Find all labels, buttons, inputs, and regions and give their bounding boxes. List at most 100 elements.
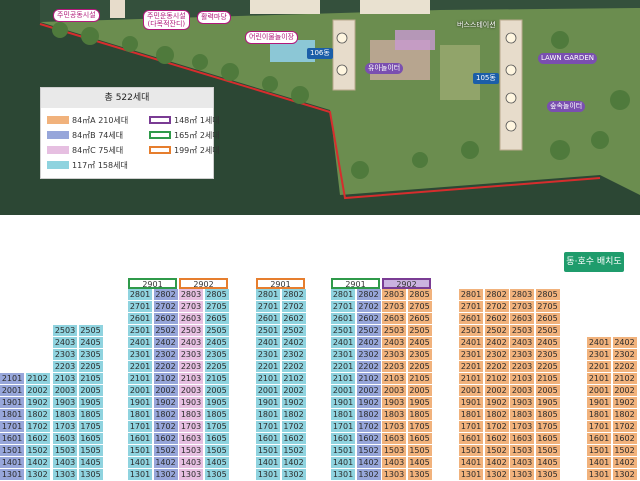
unit-cell: 2602	[356, 313, 382, 325]
unit-cell: 2101	[256, 373, 281, 385]
unit-cell: 2202	[281, 361, 307, 373]
unit-cell: 1805	[78, 409, 104, 421]
unit-cell: 2401	[459, 337, 484, 349]
unit-cell: 2705	[535, 301, 561, 313]
unit-cell: 1301	[0, 469, 25, 481]
unit-cell: 1901	[0, 397, 25, 409]
unit-cell: 2203	[510, 361, 535, 373]
unit-cell: 2402	[153, 337, 179, 349]
unit-cell: 1601	[0, 433, 25, 445]
unit-cell: 1502	[356, 445, 382, 457]
unit-cell: 2803	[510, 289, 535, 301]
unit-cell: 2305	[535, 349, 561, 361]
unit-cell: 2203	[53, 361, 78, 373]
unit-cell: 1601	[256, 433, 281, 445]
unit-cell: 1502	[281, 445, 307, 457]
unit-cell: 2003	[179, 385, 204, 397]
unit-cell: 2501	[128, 325, 153, 337]
unit-cell: 2101	[587, 373, 612, 385]
unit-cell: 1602	[484, 433, 510, 445]
unit-cell: 1801	[459, 409, 484, 421]
unit-cell: 1303	[510, 469, 535, 481]
unit-cell: 1701	[331, 421, 356, 433]
unit-cell: 2503	[382, 325, 407, 337]
unit-cell: 2405	[78, 337, 104, 349]
unit-cell: 2605	[407, 313, 433, 325]
unit-cell: 1805	[204, 409, 230, 421]
unit-cell: 1302	[484, 469, 510, 481]
penthouse-cell: 2901	[128, 278, 177, 289]
unit-cell: 2302	[153, 349, 179, 361]
unit-cell: 1401	[128, 457, 153, 469]
unit-cell: 2501	[256, 325, 281, 337]
unit-cell: 2602	[153, 313, 179, 325]
unit-cell: 1702	[153, 421, 179, 433]
unit-cell: 1405	[535, 457, 561, 469]
unit-cell: 2202	[612, 361, 638, 373]
unit-cell: 2601	[256, 313, 281, 325]
penthouse-cell: 2901	[256, 278, 305, 289]
unit-cell: 1501	[128, 445, 153, 457]
unit-cell: 1602	[612, 433, 638, 445]
unit-cell: 1305	[535, 469, 561, 481]
unit-layout-grid: 2101 2102 2001 2002 1901 1902 1801 1802 1701 1702…	[0, 0, 640, 481]
unit-cell: 2405	[535, 337, 561, 349]
unit-cell: 2102	[612, 373, 638, 385]
unit-cell: 1605	[407, 433, 433, 445]
unit-cell: 2801	[331, 289, 356, 301]
unit-cell: 1401	[459, 457, 484, 469]
unit-cell: 2602	[281, 313, 307, 325]
unit-cell: 2103	[53, 373, 78, 385]
unit-cell: 1901	[587, 397, 612, 409]
unit-cell: 2002	[25, 385, 51, 397]
unit-cell: 1405	[78, 457, 104, 469]
unit-cell: 2802	[281, 289, 307, 301]
unit-cell: 2003	[510, 385, 535, 397]
unit-cell: 1401	[0, 457, 25, 469]
unit-cell: 2205	[535, 361, 561, 373]
unit-cell: 1802	[25, 409, 51, 421]
unit-cell: 1303	[179, 469, 204, 481]
unit-cell: 1401	[256, 457, 281, 469]
penthouse-cell: 2901	[331, 278, 380, 289]
unit-cell: 2005	[535, 385, 561, 397]
unit-cell: 1605	[204, 433, 230, 445]
unit-cell: 2802	[484, 289, 510, 301]
unit-cell: 1301	[128, 469, 153, 481]
unit-cell: 2505	[407, 325, 433, 337]
unit-cell: 2201	[459, 361, 484, 373]
unit-cell: 1801	[587, 409, 612, 421]
unit-cell: 1702	[484, 421, 510, 433]
unit-cell: 2603	[510, 313, 535, 325]
unit-cell: 1302	[612, 469, 638, 481]
unit-cell: 2201	[587, 361, 612, 373]
unit-cell: 1701	[0, 421, 25, 433]
unit-cell: 2703	[179, 301, 204, 313]
unit-cell: 1403	[53, 457, 78, 469]
unit-cell: 1905	[78, 397, 104, 409]
unit-cell: 2002	[153, 385, 179, 397]
unit-cell: 2603	[179, 313, 204, 325]
unit-cell: 2305	[407, 349, 433, 361]
unit-cell: 1302	[153, 469, 179, 481]
unit-cell: 2502	[281, 325, 307, 337]
unit-cell: 2303	[382, 349, 407, 361]
unit-cell: 1703	[53, 421, 78, 433]
unit-cell: 2102	[25, 373, 51, 385]
unit-cell: 1501	[587, 445, 612, 457]
unit-cell: 2402	[356, 337, 382, 349]
unit-cell: 2303	[179, 349, 204, 361]
unit-cell: 2001	[331, 385, 356, 397]
unit-cell: 1901	[331, 397, 356, 409]
unit-cell: 1805	[407, 409, 433, 421]
unit-cell: 2301	[459, 349, 484, 361]
unit-cell: 2401	[256, 337, 281, 349]
unit-cell: 2101	[0, 373, 25, 385]
unit-cell: 1603	[510, 433, 535, 445]
unit-cell: 2801	[128, 289, 153, 301]
unit-cell: 1902	[25, 397, 51, 409]
unit-cell: 1305	[204, 469, 230, 481]
unit-cell: 2602	[484, 313, 510, 325]
penthouse-cell: 2902	[179, 278, 228, 289]
unit-cell: 2505	[535, 325, 561, 337]
